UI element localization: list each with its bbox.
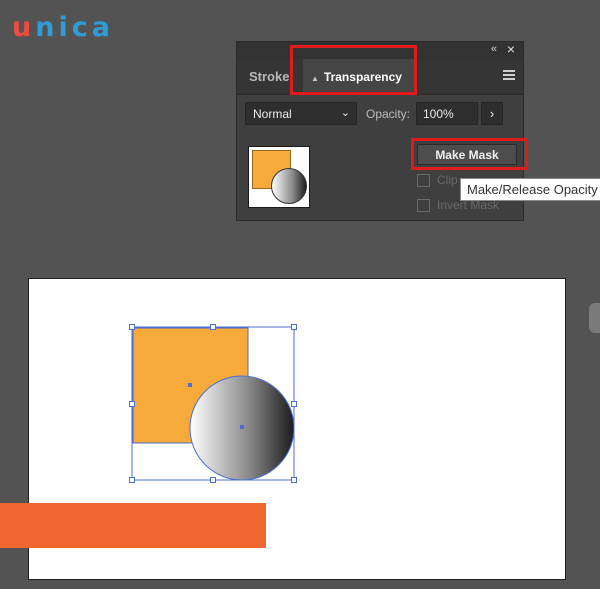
circle-center-point	[240, 425, 244, 429]
scrollbar-handle[interactable]	[589, 303, 600, 333]
selected-artwork[interactable]	[0, 0, 600, 589]
orange-banner-bar	[0, 503, 266, 548]
square-center-point	[188, 383, 192, 387]
